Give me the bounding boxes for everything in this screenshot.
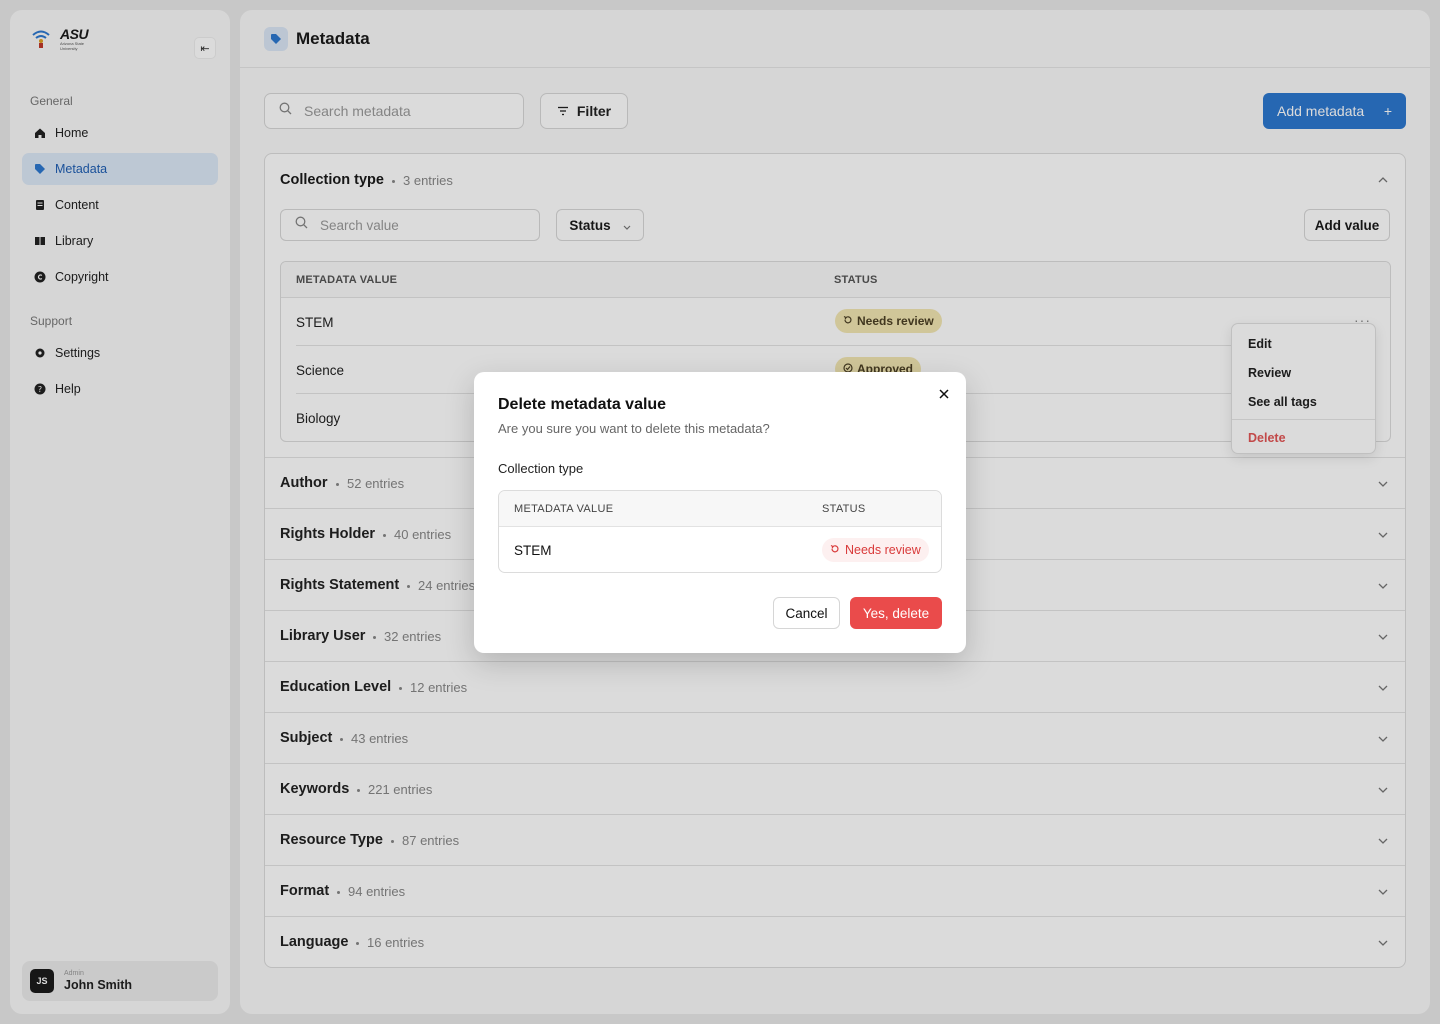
column-header-value: METADATA VALUE — [514, 503, 614, 515]
status-badge: Needs review — [822, 538, 929, 562]
column-header-status: STATUS — [822, 503, 866, 515]
app: ASU Arizona State University ⇤ General H… — [0, 0, 1440, 1024]
close-icon[interactable] — [936, 386, 952, 402]
dialog-group-label: Collection type — [498, 461, 584, 476]
dialog-title: Delete metadata value — [498, 396, 667, 413]
confirm-delete-button[interactable]: Yes, delete — [850, 597, 942, 629]
dialog-table: METADATA VALUE STATUS STEM Needs review — [498, 490, 942, 573]
cancel-button[interactable]: Cancel — [773, 597, 840, 629]
dialog-subtitle: Are you sure you want to delete this met… — [498, 421, 770, 436]
review-icon — [830, 543, 840, 557]
dialog-row-value: STEM — [514, 543, 552, 558]
table-header: METADATA VALUE STATUS — [499, 491, 941, 527]
delete-metadata-dialog: Delete metadata value Are you sure you w… — [474, 372, 966, 653]
